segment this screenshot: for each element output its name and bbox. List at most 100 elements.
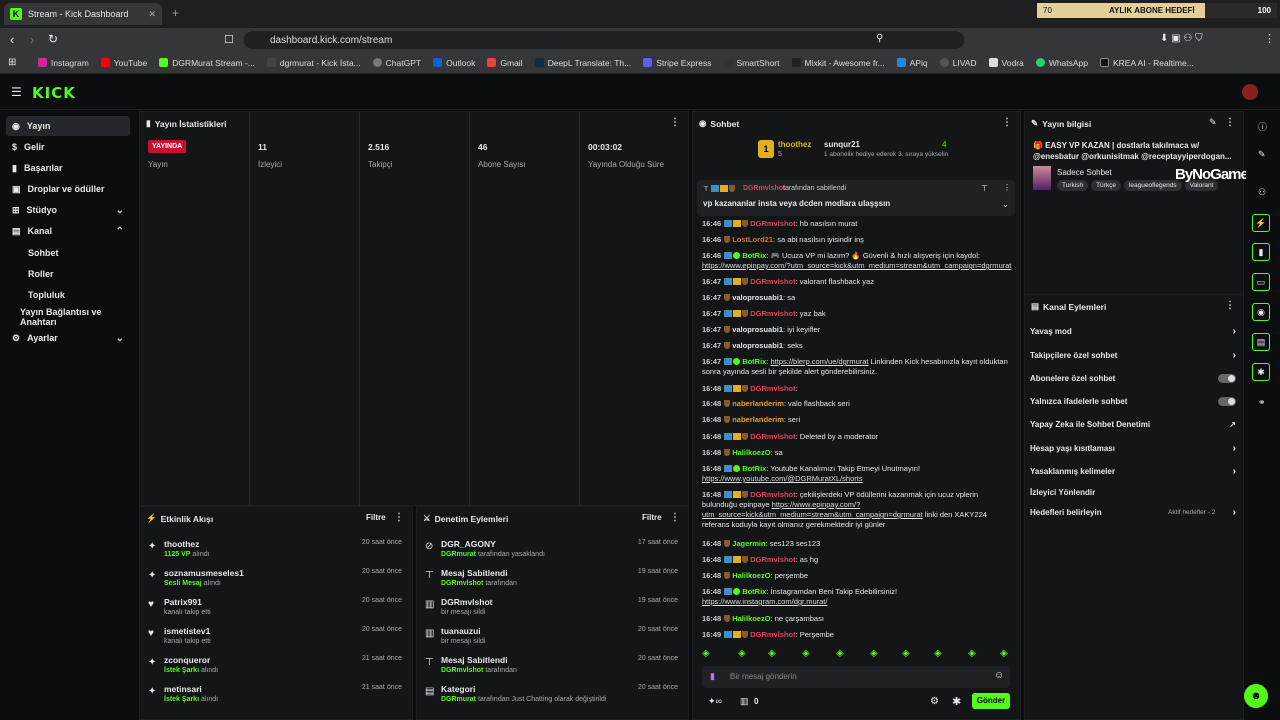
- bookmark-deepl[interactable]: DeepL Translate: Th...: [534, 58, 631, 68]
- forward-icon[interactable]: ›: [30, 32, 34, 47]
- menu-icon[interactable]: ⋮: [1264, 32, 1275, 45]
- hamburger-menu-icon[interactable]: ☰: [11, 85, 22, 99]
- edit-icon[interactable]: ✎: [1209, 117, 1217, 128]
- mod-tools-icon[interactable]: ✱: [952, 695, 961, 708]
- clip-icon[interactable]: ▮: [1252, 243, 1270, 261]
- bookmark-dgrmurat-stream[interactable]: DGRMurat Stream -...: [159, 58, 255, 68]
- message-username[interactable]: valoprosuabi1: [732, 341, 783, 350]
- message-username[interactable]: BotRix: [742, 251, 766, 260]
- message-username[interactable]: DGRmvlshot: [750, 432, 795, 441]
- message-username[interactable]: HalilkoezO: [732, 571, 770, 580]
- message-username[interactable]: LostLord21: [732, 235, 773, 244]
- avatar[interactable]: [1242, 84, 1258, 100]
- sidebar-item-chat[interactable]: Sohbet: [22, 243, 130, 263]
- emote-icon[interactable]: ◈: [902, 648, 910, 659]
- message-username[interactable]: valoprosuabi1: [732, 325, 783, 334]
- bookmark-smartshort[interactable]: SmartShort: [723, 58, 780, 68]
- filter-button[interactable]: Filtre: [642, 513, 662, 522]
- bookmark-livad[interactable]: LIVAD: [939, 58, 977, 68]
- slow-mode-row[interactable]: Yavaş mod ›: [1030, 322, 1240, 340]
- bookmark-outlook[interactable]: Outlook: [433, 58, 475, 68]
- bookmark-chatgpt[interactable]: ChatGPT: [372, 58, 421, 68]
- bookmark-youtube[interactable]: YouTube: [100, 58, 147, 68]
- address-bar[interactable]: dashboard.kick.com/stream: [244, 31, 964, 49]
- wrench-icon[interactable]: ✱: [1252, 363, 1270, 381]
- message-username[interactable]: Jagermin: [732, 539, 765, 548]
- subscribers-only-row[interactable]: Abonelere özel sohbet: [1030, 369, 1240, 387]
- message-username[interactable]: HalilkoezO: [732, 448, 770, 457]
- emotes-only-row[interactable]: Yalnızca ifadelerle sohbet: [1030, 392, 1240, 410]
- emote-icon[interactable]: ◈: [836, 648, 844, 659]
- more-icon[interactable]: ⋮: [1002, 117, 1012, 128]
- share-icon[interactable]: ⚭: [1258, 397, 1266, 408]
- message-username[interactable]: DGRmvlshot: [750, 490, 795, 499]
- emote-icon[interactable]: ◈: [968, 648, 976, 659]
- more-icon[interactable]: ⋮: [394, 512, 404, 523]
- emote-icon[interactable]: ◈: [768, 648, 776, 659]
- message-username[interactable]: BotRix: [742, 587, 766, 596]
- bookmark-apiq[interactable]: APiq: [896, 58, 928, 68]
- raid-row[interactable]: İzleyici Yönlendir: [1030, 483, 1240, 501]
- zoom-icon[interactable]: ⚲: [876, 33, 883, 44]
- bookmark-krea[interactable]: KREA AI - Realtime...: [1099, 58, 1194, 68]
- message-username[interactable]: DGRmvlshot: [750, 630, 795, 639]
- card-icon[interactable]: ▤: [1252, 333, 1270, 351]
- bookmark-mixkit[interactable]: Mixkit - Awesome fr...: [791, 58, 885, 68]
- extensions-icon[interactable]: ⬇ ▣ ⚇ ⛉: [1160, 33, 1203, 44]
- emote-icon[interactable]: ◈: [702, 648, 710, 659]
- chat-input[interactable]: ▮ Bir mesaj gönderin ☺: [702, 666, 1010, 688]
- emote-icon[interactable]: ◈: [934, 648, 942, 659]
- broadcast-icon[interactable]: ◉: [1252, 303, 1270, 321]
- browser-tab[interactable]: K Stream - Kick Dashboard ✕: [4, 3, 162, 25]
- message-username[interactable]: valoprosuabi1: [732, 293, 783, 302]
- chevron-down-icon[interactable]: ⌄: [1002, 200, 1009, 209]
- kick-logo[interactable]: KICK: [32, 84, 76, 102]
- reload-icon[interactable]: ↻: [48, 32, 58, 46]
- send-button[interactable]: Gönder: [972, 693, 1010, 709]
- emote-icon[interactable]: ◈: [802, 648, 810, 659]
- sidebar-item-achievements[interactable]: ▮ Başarılar: [6, 158, 130, 178]
- chat-settings-icon[interactable]: ⚙: [930, 696, 939, 707]
- message-username[interactable]: HalilkoezO: [732, 614, 770, 623]
- sidebar-item-community[interactable]: Topluluk: [22, 285, 130, 305]
- message-username[interactable]: DGRmvlshot: [750, 277, 795, 286]
- chat-bubble-icon[interactable]: ▭: [1252, 273, 1270, 291]
- tag[interactable]: Turkish: [1057, 180, 1089, 191]
- bookmark-gmail[interactable]: Gmail: [487, 58, 523, 68]
- toggle[interactable]: [1218, 396, 1236, 406]
- unpin-icon[interactable]: ⊤: [981, 184, 988, 193]
- tag[interactable]: Türkçe: [1091, 180, 1121, 191]
- message-username[interactable]: BotRix: [742, 357, 766, 366]
- goals-row[interactable]: Hedefleri belirleyin Aktif hedefler - 2 ›: [1030, 503, 1240, 521]
- filter-button[interactable]: Filtre: [366, 513, 386, 522]
- emoji-icon[interactable]: ☺: [994, 670, 1004, 681]
- emote-icon[interactable]: ◈: [870, 648, 878, 659]
- banned-words-row[interactable]: Yasaklanmış kelimeler ›: [1030, 462, 1240, 480]
- message-username[interactable]: naberlanderim: [732, 415, 784, 424]
- message-username[interactable]: BotRix: [742, 464, 766, 473]
- ai-moderation-row[interactable]: Yapay Zeka ile Sohbet Denetimi ↗: [1030, 415, 1240, 433]
- pinned-message[interactable]: ⊤ DGRmvlshot tarafından sabitlendi vp ka…: [697, 180, 1015, 216]
- bookmark-whatsapp[interactable]: WhatsApp: [1035, 58, 1088, 68]
- chat-users-icon[interactable]: ✦∞: [708, 696, 722, 707]
- more-icon[interactable]: ⋮: [1225, 117, 1235, 128]
- sidebar-item-drops[interactable]: ▣ Droplar ve ödüller: [6, 179, 130, 199]
- message-username[interactable]: DGRmvlshot: [750, 309, 795, 318]
- sidebar-item-revenue[interactable]: $ Gelir: [6, 137, 130, 157]
- emote-icon[interactable]: ◈: [1000, 648, 1008, 659]
- more-icon[interactable]: ⋮: [1225, 300, 1235, 311]
- toggle[interactable]: [1218, 373, 1236, 383]
- more-icon[interactable]: ⋮: [1003, 183, 1011, 192]
- close-tab-icon[interactable]: ✕: [148, 9, 156, 20]
- sidebar-item-studio[interactable]: ⊞ Stüdyo ⌄: [6, 200, 130, 220]
- back-icon[interactable]: ‹: [10, 32, 14, 47]
- apps-icon[interactable]: ⊞: [8, 57, 16, 68]
- support-button[interactable]: ☻: [1244, 684, 1268, 708]
- sidebar-item-roles[interactable]: Roller: [22, 264, 130, 284]
- message-username[interactable]: naberlanderim: [732, 399, 784, 408]
- message-username[interactable]: DGRmvlshot: [750, 555, 795, 564]
- bookmark-stripe[interactable]: Stripe Express: [643, 58, 712, 68]
- sidebar-item-settings[interactable]: ⚙ Ayarlar ⌄: [6, 328, 130, 348]
- more-icon[interactable]: ⋮: [670, 512, 680, 523]
- bookmark-instagram[interactable]: Instagram: [38, 58, 89, 68]
